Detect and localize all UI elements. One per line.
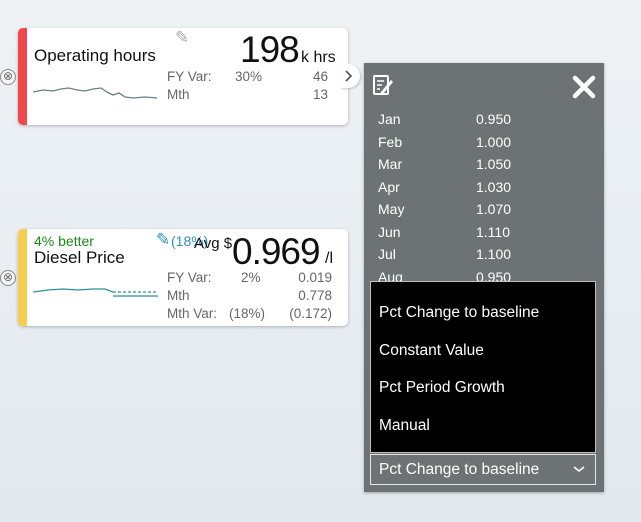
mth-var-value: (0.172) <box>289 306 332 321</box>
dropdown-option[interactable]: Manual <box>379 417 430 435</box>
remove-card-icon[interactable]: ⊗ <box>0 270 16 286</box>
pencil-icon[interactable]: ✎ <box>156 230 170 250</box>
list-item[interactable]: Jun 1.110 <box>364 224 604 246</box>
diesel-price-value: 0.969 <box>232 231 321 272</box>
avg-prefix: Avg $ <box>194 235 233 252</box>
sparkline <box>33 87 158 99</box>
fy-var-pct: 30% <box>235 69 263 84</box>
month-value[interactable]: 1.070 <box>476 201 511 217</box>
status-stripe-yellow <box>18 229 27 326</box>
month-label: Jan <box>378 111 401 127</box>
list-item[interactable]: Feb 1.000 <box>364 134 604 156</box>
dropdown-option[interactable]: Pct Change to baseline <box>379 304 539 322</box>
chevron-right-icon <box>345 70 353 82</box>
chevron-down-icon <box>573 466 585 473</box>
diesel-price-card[interactable]: 4% better Diesel Price ✎ (18%) Avg $ 0.9… <box>18 229 348 326</box>
operating-hours-unit: k hrs <box>301 49 336 66</box>
card-title: Operating hours <box>34 46 156 65</box>
month-label: Feb <box>378 134 403 150</box>
close-icon[interactable] <box>572 75 596 99</box>
mth-label: Mth <box>167 87 190 102</box>
fy-var-pct: 2% <box>241 270 261 285</box>
diesel-price-unit: /l <box>325 250 333 267</box>
month-value[interactable]: 1.100 <box>476 246 511 262</box>
month-label: Apr <box>378 179 400 195</box>
mth-label: Mth <box>167 288 190 303</box>
card-title: Diesel Price <box>34 248 125 267</box>
selected-value: Pct Change to baseline <box>379 461 540 478</box>
mth-value: 0.778 <box>298 288 332 303</box>
list-item[interactable]: Jan 0.950 <box>364 111 604 133</box>
list-item[interactable]: Jul 1.100 <box>364 246 604 268</box>
list-item[interactable]: Mar 1.050 <box>364 156 604 178</box>
pencil-icon[interactable]: ✎ <box>175 28 189 48</box>
mth-var-label: Mth Var: <box>167 306 218 321</box>
month-value-list[interactable]: Jan 0.950 Feb 1.000 Mar 1.050 Apr 1.030 May 1… <box>364 108 604 283</box>
method-dropdown-menu: Pct Change to baseline Constant Value Pc… <box>370 281 596 453</box>
dropdown-option[interactable]: Pct Period Growth <box>379 379 505 397</box>
mth-value: 13 <box>312 87 328 102</box>
list-item[interactable]: Apr 1.030 <box>364 179 604 201</box>
sparkline <box>33 288 158 297</box>
edit-note-icon[interactable] <box>372 73 394 97</box>
month-value[interactable]: 1.110 <box>476 224 510 240</box>
month-value[interactable]: 1.000 <box>476 134 511 150</box>
fy-var-label: FY Var: <box>167 69 212 84</box>
month-value[interactable]: 1.050 <box>476 156 511 172</box>
month-value[interactable]: 1.030 <box>476 179 511 195</box>
month-label: Jul <box>378 246 396 262</box>
operating-hours-value: 198 <box>240 29 300 70</box>
dropdown-option[interactable]: Constant Value <box>379 342 484 360</box>
status-stripe-red <box>18 28 27 125</box>
fy-var-value: 46 <box>312 69 328 84</box>
month-label: Mar <box>378 156 403 172</box>
list-item[interactable]: May 1.070 <box>364 201 604 223</box>
fy-var-label: FY Var: <box>167 270 212 285</box>
fy-var-value: 0.019 <box>298 270 332 285</box>
remove-card-icon[interactable]: ⊗ <box>0 69 16 85</box>
operating-hours-card[interactable]: Operating hours ✎ 198 k hrs FY Var: 30% … <box>18 28 348 125</box>
month-value[interactable]: 0.950 <box>476 111 511 127</box>
mth-var-pct: (18%) <box>229 306 266 321</box>
expand-panel-button[interactable] <box>340 64 360 88</box>
month-label: Jun <box>378 224 401 240</box>
month-label: May <box>378 201 405 217</box>
method-select[interactable]: Pct Change to baseline <box>370 454 596 485</box>
performance-badge: 4% better <box>34 233 94 249</box>
